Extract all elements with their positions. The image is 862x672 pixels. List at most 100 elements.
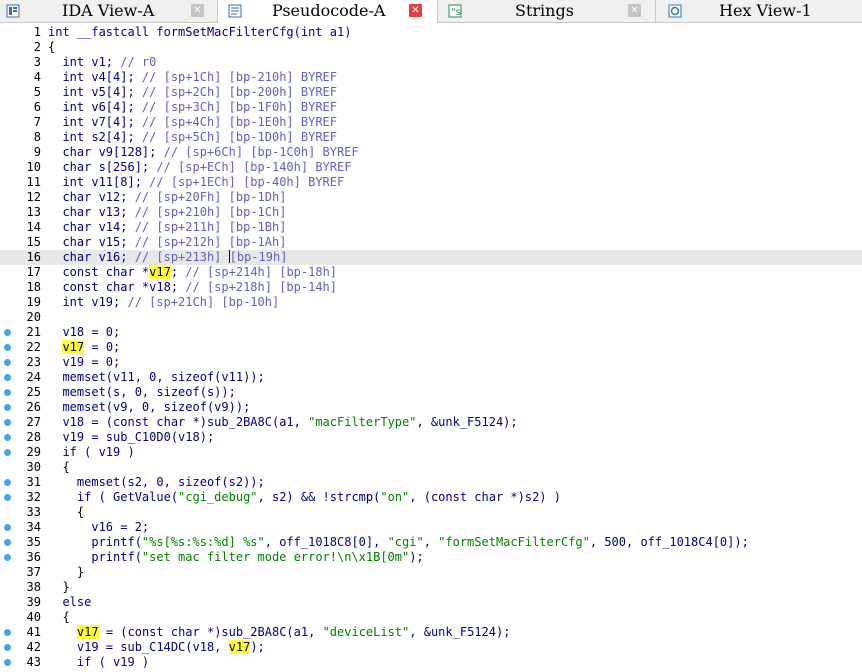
- code-line[interactable]: 35 printf("%s[%s:%s:%d] %s", off_1018C8[…: [0, 535, 862, 550]
- code-text: v19 = 0;: [48, 355, 120, 370]
- line-number: 17: [26, 265, 41, 279]
- code-line[interactable]: 18 const char *v18; // [sp+218h] [bp-14h…: [0, 280, 862, 295]
- code-line[interactable]: 28 v19 = sub_C10D0(v18);: [0, 430, 862, 445]
- code-line[interactable]: 14 char v14; // [sp+211h] [bp-1Bh]: [0, 220, 862, 235]
- code-line[interactable]: 11 int v11[8]; // [sp+1ECh] [bp-40h] BYR…: [0, 175, 862, 190]
- breakpoint-dot-icon[interactable]: [4, 329, 11, 336]
- breakpoint-dot-icon[interactable]: [4, 644, 11, 651]
- code-token: }: [48, 580, 70, 594]
- code-token: // [sp+214h] [bp-18h]: [185, 265, 338, 279]
- code-token: {: [48, 40, 56, 54]
- tab-pseudocode-a[interactable]: Pseudocode-A ✕: [218, 0, 438, 23]
- code-line[interactable]: 4 int v4[4]; // [sp+1Ch] [bp-210h] BYREF: [0, 70, 862, 85]
- code-token: int v19;: [48, 295, 128, 309]
- code-line[interactable]: 25 memset(s, 0, sizeof(s));: [0, 385, 862, 400]
- code-line[interactable]: 7 int v7[4]; // [sp+4Ch] [bp-1E0h] BYREF: [0, 115, 862, 130]
- breakpoint-dot-icon[interactable]: [4, 629, 11, 636]
- close-icon[interactable]: ✕: [628, 4, 641, 17]
- code-line[interactable]: 12 char v12; // [sp+20Fh] [bp-1Dh]: [0, 190, 862, 205]
- highlighted-identifier: v17: [76, 625, 99, 639]
- code-line[interactable]: 39 else: [0, 595, 862, 610]
- code-token: // [sp+218h] [bp-14h]: [185, 280, 337, 294]
- code-line[interactable]: 15 char v15; // [sp+212h] [bp-1Ah]: [0, 235, 862, 250]
- code-token: // r0: [120, 55, 157, 69]
- code-text: if ( GetValue("cgi_debug", s2) && !strcm…: [48, 490, 561, 505]
- code-text: v19 = sub_C14DC(v18, v17);: [48, 640, 265, 655]
- code-line[interactable]: 38 }: [0, 580, 862, 595]
- code-line[interactable]: 42 v19 = sub_C14DC(v18, v17);: [0, 640, 862, 655]
- breakpoint-dot-icon[interactable]: [4, 449, 11, 456]
- code-line[interactable]: 3 int v1; // r0: [0, 55, 862, 70]
- tab-ida-view-a[interactable]: IDA View-A ✕: [0, 0, 218, 22]
- code-line[interactable]: 20: [0, 310, 862, 325]
- code-token: "on": [380, 490, 410, 504]
- code-line[interactable]: 33 {: [0, 505, 862, 520]
- code-line[interactable]: 9 char v9[128]; // [sp+6Ch] [bp-1C0h] BY…: [0, 145, 862, 160]
- code-line[interactable]: 2{: [0, 40, 862, 55]
- code-token: // [sp+211h] [bp-1Bh]: [134, 220, 287, 234]
- code-line[interactable]: 43 if ( v19 ): [0, 655, 862, 670]
- code-token: if ( v19 ): [48, 445, 135, 459]
- code-text: int s2[4]; // [sp+5Ch] [bp-1D0h] BYREF: [48, 130, 337, 145]
- code-line[interactable]: 22 v17 = 0;: [0, 340, 862, 355]
- code-token: v16 = 2;: [48, 520, 150, 534]
- code-line[interactable]: 23 v19 = 0;: [0, 355, 862, 370]
- code-line[interactable]: 34 v16 = 2;: [0, 520, 862, 535]
- breakpoint-dot-icon[interactable]: [4, 434, 11, 441]
- pseudocode-view[interactable]: 1 int __fastcall formSetMacFilterCfg(int …: [0, 23, 862, 672]
- breakpoint-dot-icon[interactable]: [4, 539, 11, 546]
- breakpoint-dot-icon[interactable]: [4, 419, 11, 426]
- code-text: printf("%s[%s:%s:%d] %s", off_1018C8[0],…: [48, 535, 748, 550]
- code-text: int v4[4]; // [sp+1Ch] [bp-210h] BYREF: [48, 70, 337, 85]
- breakpoint-dot-icon[interactable]: [4, 389, 11, 396]
- breakpoint-dot-icon[interactable]: [4, 659, 11, 666]
- code-line[interactable]: 29 if ( v19 ): [0, 445, 862, 460]
- code-line[interactable]: 31 memset(s2, 0, sizeof(s2));: [0, 475, 862, 490]
- breakpoint-dot-icon[interactable]: [4, 494, 11, 501]
- code-line[interactable]: 17 const char *v17; // [sp+214h] [bp-18h…: [0, 265, 862, 280]
- code-line[interactable]: 36 printf("set mac filter mode error!\n\…: [0, 550, 862, 565]
- code-line[interactable]: 41 v17 = (const char *)sub_2BA8C(a1, "de…: [0, 625, 862, 640]
- code-line[interactable]: 6 int v6[4]; // [sp+3Ch] [bp-1F0h] BYREF: [0, 100, 862, 115]
- breakpoint-dot-icon[interactable]: [4, 344, 11, 351]
- line-number: 2: [33, 40, 41, 54]
- breakpoint-dot-icon[interactable]: [4, 404, 11, 411]
- code-text: char v13; // [sp+210h] [bp-1Ch]: [48, 205, 286, 220]
- code-line[interactable]: 32 if ( GetValue("cgi_debug", s2) && !st…: [0, 490, 862, 505]
- line-number: 37: [26, 565, 41, 579]
- code-line[interactable]: 10 char s[256]; // [sp+ECh] [bp-140h] BY…: [0, 160, 862, 175]
- code-token: ,: [423, 535, 439, 549]
- hex-view-icon: [668, 3, 682, 18]
- code-line[interactable]: 1 int __fastcall formSetMacFilterCfg(int …: [0, 25, 862, 40]
- line-number: 34: [26, 520, 41, 534]
- code-line[interactable]: 30 {: [0, 460, 862, 475]
- close-icon[interactable]: ✕: [191, 4, 204, 17]
- code-token: // [sp+20Fh] [bp-1Dh]: [134, 190, 287, 204]
- code-line[interactable]: 16 char v16; // [sp+213h] [bp-19h]: [0, 250, 862, 265]
- code-text: v18 = (const char *)sub_2BA8C(a1, "macFi…: [48, 415, 517, 430]
- tab-strings[interactable]: "s Strings ✕: [438, 0, 656, 22]
- breakpoint-dot-icon[interactable]: [4, 374, 11, 381]
- code-line[interactable]: 40 {: [0, 610, 862, 625]
- code-token: char v15;: [48, 235, 135, 249]
- breakpoint-dot-icon[interactable]: [4, 359, 11, 366]
- close-icon[interactable]: ✕: [409, 4, 422, 17]
- code-token: // [sp+1ECh] [bp-40h] BYREF: [149, 175, 345, 189]
- breakpoint-dot-icon[interactable]: [4, 554, 11, 561]
- highlighted-identifier: v17: [228, 640, 251, 654]
- code-line[interactable]: 37 }: [0, 565, 862, 580]
- breakpoint-dot-icon[interactable]: [4, 524, 11, 531]
- code-token: // [sp+6Ch] [bp-1C0h] BYREF: [163, 145, 359, 159]
- code-line[interactable]: 21 v18 = 0;: [0, 325, 862, 340]
- breakpoint-dot-icon[interactable]: [4, 479, 11, 486]
- tab-hex-view-1[interactable]: Hex View-1: [656, 0, 862, 22]
- code-line[interactable]: 8 int s2[4]; // [sp+5Ch] [bp-1D0h] BYREF: [0, 130, 862, 145]
- code-line[interactable]: 24 memset(v11, 0, sizeof(v11));: [0, 370, 862, 385]
- line-number: 40: [26, 610, 41, 624]
- code-line[interactable]: 5 int v5[4]; // [sp+2Ch] [bp-200h] BYREF: [0, 85, 862, 100]
- code-line[interactable]: 13 char v13; // [sp+210h] [bp-1Ch]: [0, 205, 862, 220]
- code-line[interactable]: 19 int v19; // [sp+21Ch] [bp-10h]: [0, 295, 862, 310]
- code-line[interactable]: 26 memset(v9, 0, sizeof(v9));: [0, 400, 862, 415]
- line-number: 1: [33, 25, 41, 39]
- code-line[interactable]: 27 v18 = (const char *)sub_2BA8C(a1, "ma…: [0, 415, 862, 430]
